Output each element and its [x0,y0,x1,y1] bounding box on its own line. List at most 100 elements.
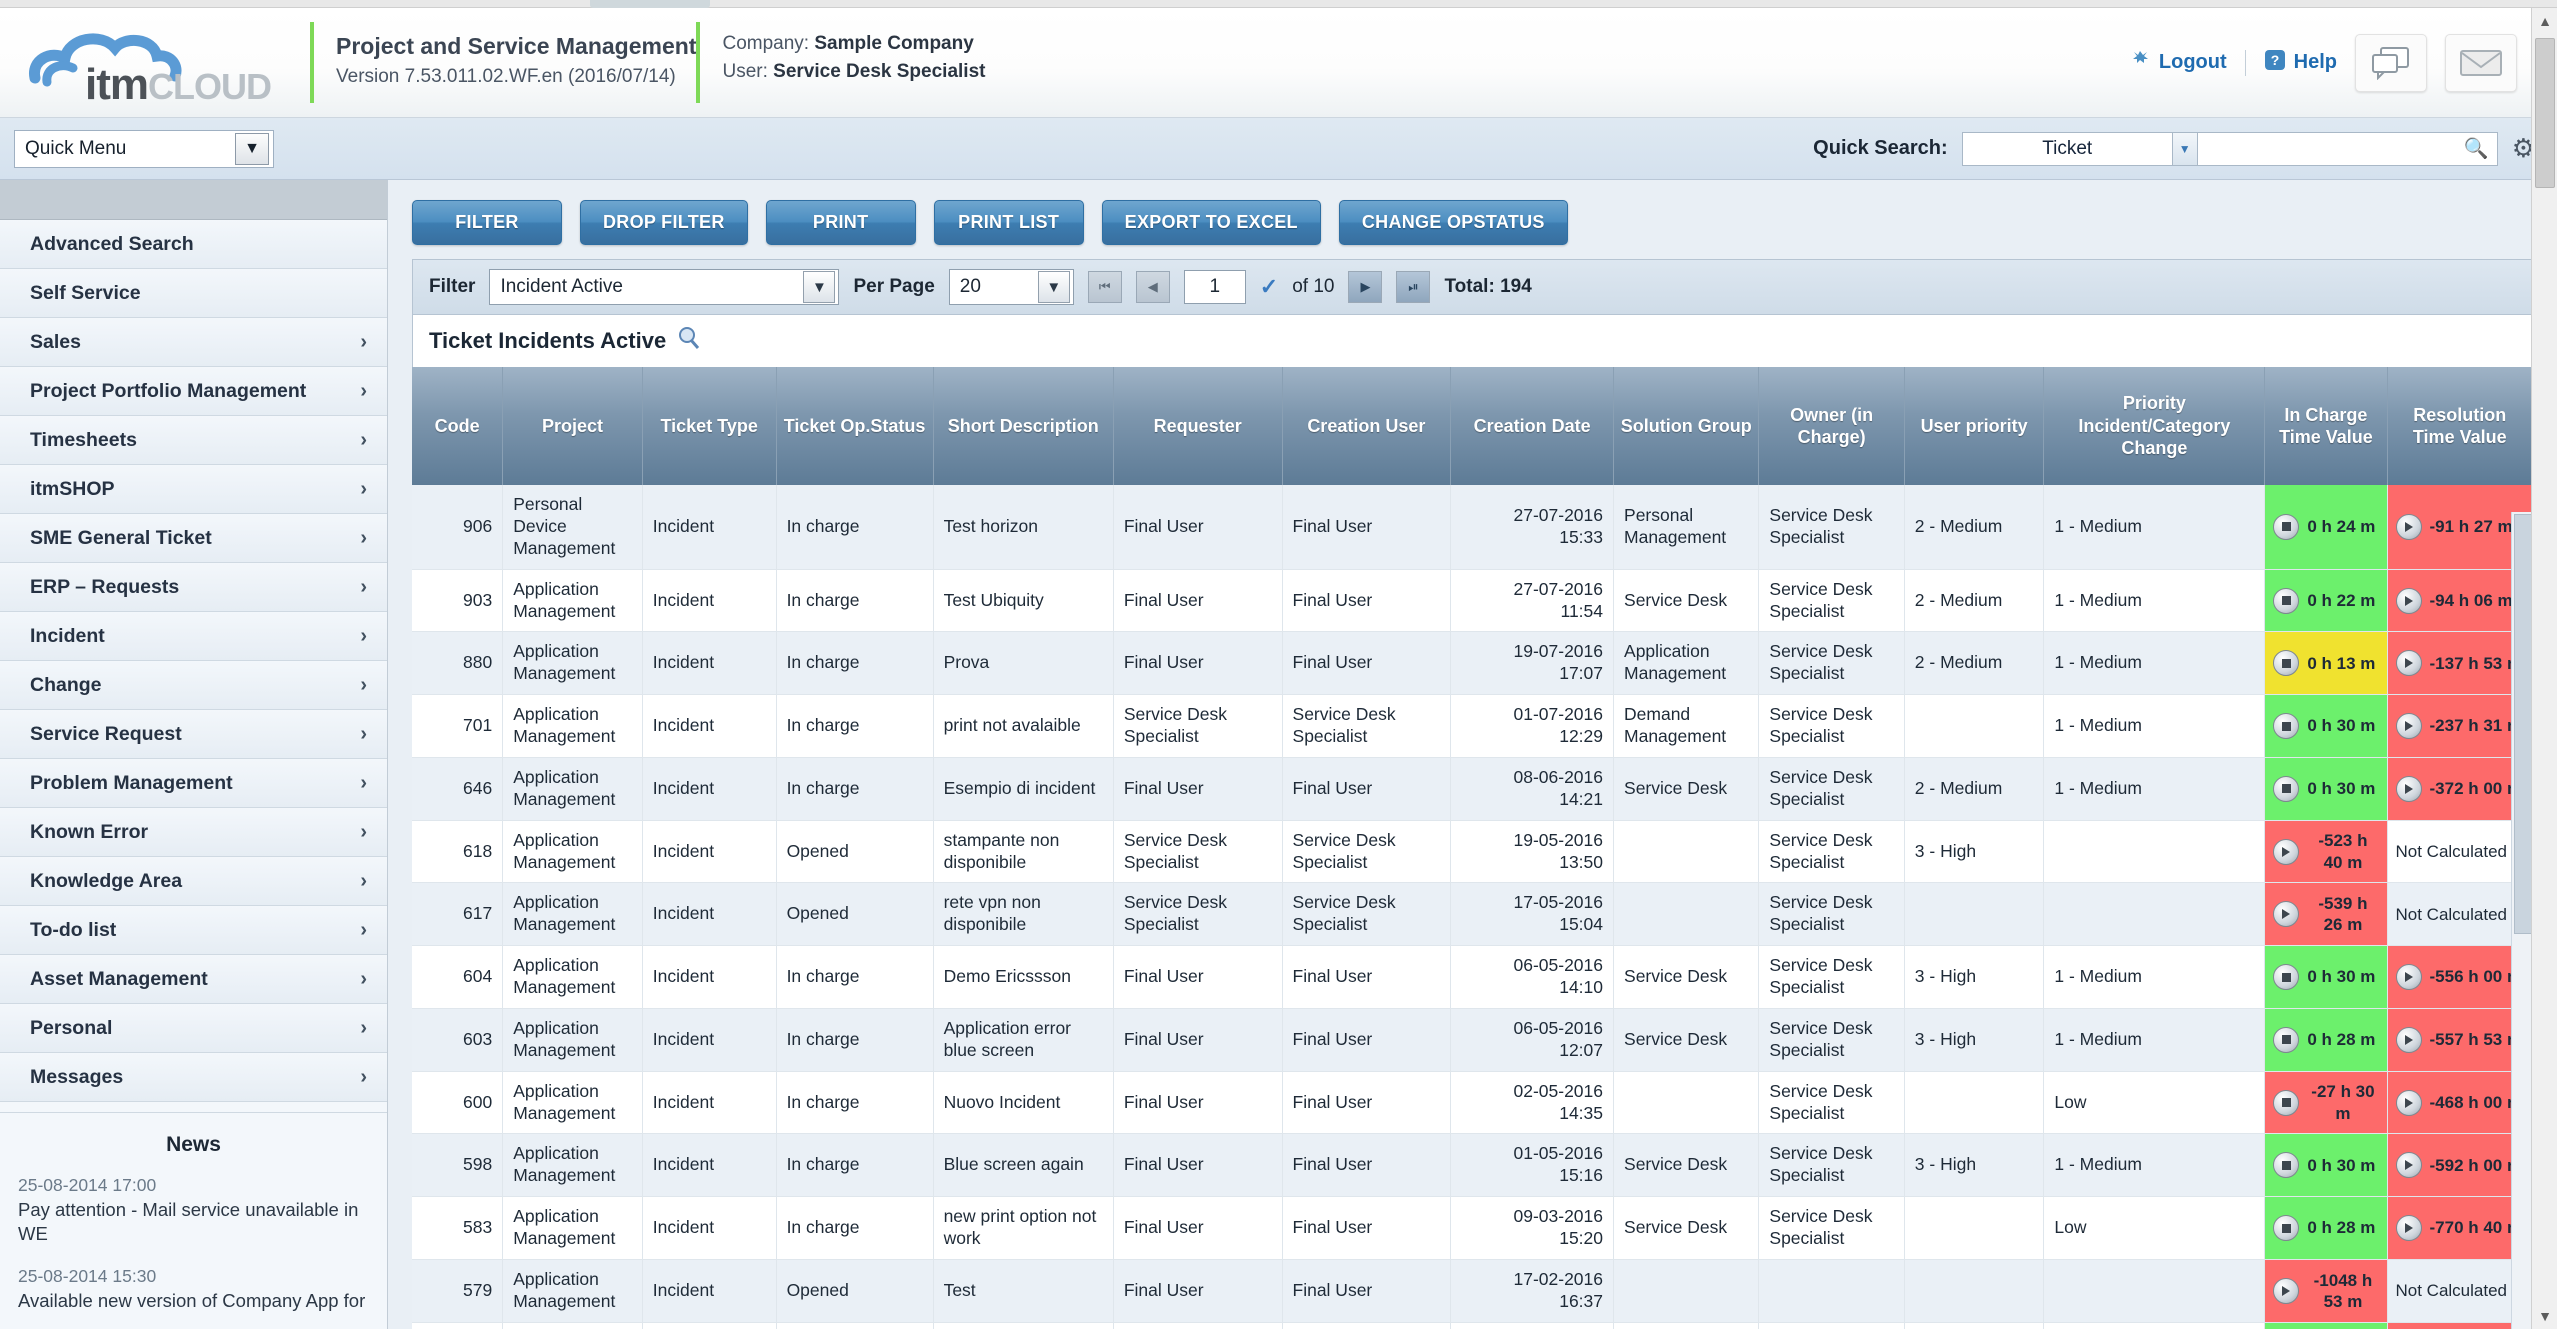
sidebar-item-knowledge-area[interactable]: Knowledge Area › [0,857,387,906]
column-header-ticket-type[interactable]: Ticket Type [642,367,777,485]
mail-button[interactable] [2445,33,2517,92]
table-row[interactable]: 598 Application Management Incident In char… [412,1133,2533,1198]
list-title: Ticket Incidents Active [429,328,667,353]
sidebar-item-erp-requests[interactable]: ERP – Requests › [0,563,387,612]
quick-search-type-value[interactable]: Ticket [1961,131,2172,166]
print-button[interactable]: PRINT [765,200,916,245]
quick-search-type-chevron-down-icon[interactable]: ▼ [2171,131,2198,166]
column-header-user-priority[interactable]: User priority [1904,367,2045,485]
column-header-code[interactable]: Code [412,367,504,485]
cell-solution-group: Service Desk [1613,1008,1760,1072]
list-scroll-thumb[interactable] [2514,514,2532,934]
cell-in-charge-time-value: -523 h 40 m [2264,820,2388,884]
cell-owner-in-charge: Service Desk Specialist [1758,1196,1905,1260]
table-row[interactable]: 701 Application Management Incident In char… [412,694,2533,758]
chevron-down-icon[interactable]: ▼ [803,271,836,303]
scroll-down-arrow-icon[interactable]: ▼ [2532,1303,2557,1329]
sidebar-item-asset-management[interactable]: Asset Management › [0,955,387,1004]
sidebar-item-itmshop[interactable]: itmSHOP › [0,465,387,514]
table-row[interactable]: 578Application ManagementIncidentIn char… [412,1322,2533,1329]
quick-search-input[interactable]: 🔍 [2197,131,2498,166]
sidebar-item-to-do-list[interactable]: To-do list › [0,906,387,955]
table-row[interactable]: 903 Application Management Incident In char… [412,569,2533,633]
sidebar-item-personal[interactable]: Personal › [0,1004,387,1053]
cell-priority-incident-category-change: 1 - Medium [2043,1322,2266,1329]
table-row[interactable]: 617 Application Management Incident Opened r… [412,882,2533,947]
table-row[interactable]: 618 Application Management Incident Opened s… [412,820,2533,884]
company-value: Sample Company [814,33,974,54]
table-row[interactable]: 579 Application Management Incident Opened T… [412,1259,2533,1323]
logout-button[interactable]: Logout [2129,49,2227,77]
sidebar-item-timesheets[interactable]: Timesheets › [0,416,387,465]
table-row[interactable]: 646 Application Management Incident In char… [412,757,2533,821]
column-header-solution-group[interactable]: Solution Group [1613,367,1760,485]
previous-page-button[interactable]: ◀ [1135,271,1170,303]
cell-code: 598 [412,1133,504,1198]
filter-select[interactable]: Incident Active ▼ [489,269,840,305]
cell-in-charge-time-value: -27 h 30 m [2264,1071,2388,1135]
column-header-owner-in-charge[interactable]: Owner (in Charge) [1758,367,1905,485]
column-header-creation-user[interactable]: Creation User [1282,367,1452,485]
sidebar-item-project-portfolio-management[interactable]: Project Portfolio Management › [0,367,387,416]
timer-glyph [2404,1160,2413,1171]
column-header-creation-date[interactable]: Creation Date [1450,367,1615,485]
chevron-down-icon[interactable]: ▼ [235,132,269,165]
chat-button[interactable] [2355,33,2427,92]
sidebar-item-known-error[interactable]: Known Error › [0,808,387,857]
sidebar-item-messages[interactable]: Messages › [0,1053,387,1102]
column-header-in-charge-time-value[interactable]: In Charge Time Value [2264,367,2388,485]
next-page-button[interactable]: ▶ [1348,271,1383,303]
table-row[interactable]: 906 Personal Device Management Incident In … [412,485,2533,570]
list-vertical-scrollbar[interactable] [2511,512,2533,1329]
sidebar-item-label: Timesheets [30,428,137,451]
search-icon[interactable]: 🔍 [2464,136,2489,161]
help-button[interactable]: ? Help [2264,49,2337,77]
column-header-priority-incident-category-change[interactable]: Priority Incident/Category Change [2043,367,2266,485]
cell-in-charge-time-value: -539 h 26 m [2264,882,2388,947]
first-page-button[interactable]: ⏮ [1087,271,1122,303]
timer-glyph [2404,783,2413,794]
sidebar-item-sme-general-ticket[interactable]: SME General Ticket › [0,514,387,563]
column-header-resolution-time-value[interactable]: Resolution Time Value [2387,367,2533,485]
news-item[interactable]: 25-08-2014 17:00 Pay attention - Mail ser… [18,1175,369,1246]
column-header-short-description[interactable]: Short Description [933,367,1114,485]
table-row[interactable]: 583 Application Management Incident In char… [412,1196,2533,1260]
sidebar-item-sales[interactable]: Sales › [0,318,387,367]
print-list-button[interactable]: PRINT LIST [933,200,1084,245]
sidebar-item-label: Project Portfolio Management [30,379,307,402]
cell-creation-user: Final User [1282,1259,1452,1323]
table-row[interactable]: 600 Application Management Incident In char… [412,1071,2533,1135]
confirm-page-icon[interactable]: ✓ [1260,274,1278,300]
page-number-input[interactable]: 1 [1183,270,1246,304]
scroll-up-arrow-icon[interactable]: ▲ [2532,8,2557,34]
table-row[interactable]: 603 Application Management Incident In char… [412,1008,2533,1072]
export-to-excel-button[interactable]: EXPORT TO EXCEL [1101,200,1321,245]
sidebar-item-service-request[interactable]: Service Request › [0,710,387,759]
column-header-ticket-op-status[interactable]: Ticket Op.Status [776,367,934,485]
column-header-project[interactable]: Project [502,367,643,485]
sidebar-item-advanced-search[interactable]: Advanced Search [0,220,387,269]
timer-stopped-icon [2273,713,2300,739]
cell-solution-group: Service Desk [1613,1196,1760,1260]
timer-glyph [2281,1160,2291,1170]
list-search-icon[interactable] [676,325,702,357]
sidebar-item-label: Incident [30,624,105,647]
table-row[interactable]: 880 Application Management Incident In char… [412,631,2533,696]
per-page-select[interactable]: 20 ▼ [948,269,1074,305]
sidebar-item-self-service[interactable]: Self Service [0,269,387,318]
sidebar-item-incident[interactable]: Incident › [0,612,387,661]
last-page-button[interactable]: ⏯ [1396,271,1431,303]
news-item[interactable]: 25-08-2014 15:30 Available new version of… [18,1266,369,1313]
sidebar-item-change[interactable]: Change › [0,661,387,710]
page-vertical-scrollbar[interactable]: ▲ ▼ [2531,8,2557,1329]
chevron-down-icon[interactable]: ▼ [1037,271,1070,303]
change-opstatus-button[interactable]: CHANGE OPSTATUS [1338,200,1568,245]
cell-project: Application Management [502,757,643,821]
column-header-requester[interactable]: Requester [1113,367,1283,485]
quick-menu-select[interactable]: Quick Menu ▼ [14,129,274,168]
sidebar-item-problem-management[interactable]: Problem Management › [0,759,387,808]
filter-button[interactable]: FILTER [412,200,562,245]
table-row[interactable]: 604 Application Management Incident In char… [412,945,2533,1009]
drop-filter-button[interactable]: DROP FILTER [580,200,748,245]
page-scroll-thumb[interactable] [2535,38,2555,188]
